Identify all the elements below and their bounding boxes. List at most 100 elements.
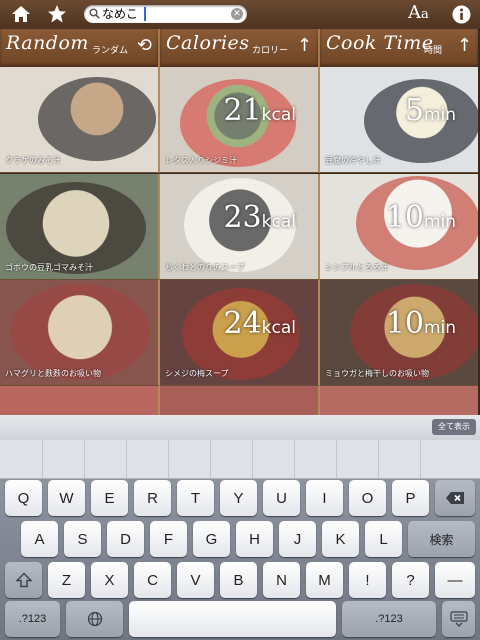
key-i[interactable]: I xyxy=(306,480,343,516)
key-question[interactable]: ? xyxy=(392,562,429,598)
key-b[interactable]: B xyxy=(220,562,257,598)
cook-time-number: 5 xyxy=(404,93,424,128)
divider xyxy=(252,440,253,478)
key-dash[interactable]: — xyxy=(435,562,475,598)
space-key[interactable] xyxy=(129,601,336,637)
info-icon xyxy=(452,5,470,23)
recipe-caption: レタス入りシジミ汁 xyxy=(165,156,237,165)
column-header-calories[interactable]: Calories カロリー ↑ xyxy=(160,29,320,67)
shift-icon xyxy=(15,572,32,588)
column-header-random[interactable]: Random ランダム ⟲ xyxy=(0,29,160,67)
candidate-bar: 全て表示 xyxy=(0,415,480,441)
numbers-key-left[interactable]: .?123 xyxy=(5,601,60,637)
key-q[interactable]: Q xyxy=(5,480,42,516)
keyboard-dismiss-icon xyxy=(449,611,468,627)
calorie-value: 23kcal xyxy=(223,200,296,235)
calorie-number: 24 xyxy=(223,306,262,341)
info-button[interactable] xyxy=(448,2,474,26)
key-a[interactable]: A xyxy=(21,521,58,557)
cook-time-unit: min xyxy=(423,318,456,338)
on-screen-keyboard: 全て表示 Q W E R T Y U I O P A S D F G H J K… xyxy=(0,415,480,640)
key-d[interactable]: D xyxy=(107,521,144,557)
calorie-unit: kcal xyxy=(261,212,296,232)
recipe-tile[interactable]: ハマグリと麩麩のお吸い物 xyxy=(0,280,160,386)
font-size-button[interactable]: Aa xyxy=(408,2,429,23)
key-h[interactable]: H xyxy=(236,521,273,557)
key-z[interactable]: Z xyxy=(48,562,85,598)
key-u[interactable]: U xyxy=(263,480,300,516)
key-t[interactable]: T xyxy=(177,480,214,516)
key-g[interactable]: G xyxy=(193,521,230,557)
search-input[interactable]: なめこ ✕ xyxy=(84,5,247,23)
divider xyxy=(378,440,379,478)
globe-key[interactable] xyxy=(66,601,123,637)
key-w[interactable]: W xyxy=(48,480,85,516)
key-c[interactable]: C xyxy=(134,562,171,598)
search-value: なめこ xyxy=(102,7,139,21)
column-title: Calories xyxy=(166,32,250,54)
key-m[interactable]: M xyxy=(306,562,343,598)
recipe-tile[interactable]: 10min ミョウガと梅干しのお吸い物 xyxy=(320,280,478,386)
recipe-caption: シンプルとろろ汁 xyxy=(325,263,389,272)
calorie-value: 21kcal xyxy=(223,93,296,128)
recipe-caption: ちくわとのりのスープ xyxy=(165,263,245,272)
key-v[interactable]: V xyxy=(177,562,214,598)
home-button[interactable] xyxy=(8,2,34,26)
key-p[interactable]: P xyxy=(392,480,429,516)
recipe-grid: クラゲのみそ汁 21kcal レタス入りシジミ汁 5min 豆腐の冷やし汁 ゴボ… xyxy=(0,67,480,416)
show-all-button[interactable]: 全て表示 xyxy=(432,419,476,435)
search-key[interactable]: 検索 xyxy=(408,521,475,557)
cook-time-value: 5min xyxy=(405,93,456,128)
column-title: Random xyxy=(6,32,89,54)
recipe-tile[interactable] xyxy=(0,386,160,416)
hide-keyboard-key[interactable] xyxy=(442,601,475,637)
key-o[interactable]: O xyxy=(349,480,386,516)
recipe-tile[interactable]: 5min 豆腐の冷やし汁 xyxy=(320,67,478,173)
favorites-button[interactable] xyxy=(44,2,70,26)
recipe-tile[interactable]: 23kcal ちくわとのりのスープ xyxy=(160,174,320,280)
recipe-tile[interactable] xyxy=(320,386,478,416)
key-exclamation[interactable]: ! xyxy=(349,562,386,598)
column-title: Cook Time xyxy=(326,32,434,54)
calorie-number: 23 xyxy=(223,200,262,235)
font-size-label-small: a xyxy=(421,7,429,22)
column-subtitle: カロリー xyxy=(252,46,289,56)
key-j[interactable]: J xyxy=(279,521,316,557)
key-e[interactable]: E xyxy=(91,480,128,516)
recipe-tile[interactable]: クラゲのみそ汁 xyxy=(0,67,160,173)
divider xyxy=(294,440,295,478)
shift-key[interactable] xyxy=(5,562,42,598)
recipe-tile[interactable]: 10min シンプルとろろ汁 xyxy=(320,174,478,280)
search-key-label: 検索 xyxy=(429,532,454,547)
numbers-key-label: .?123 xyxy=(375,613,403,625)
key-k[interactable]: K xyxy=(322,521,359,557)
backspace-key[interactable] xyxy=(435,480,475,516)
divider xyxy=(210,440,211,478)
recipe-tile[interactable]: ゴボウの豆乳ゴマみそ汁 xyxy=(0,174,160,280)
key-x[interactable]: X xyxy=(91,562,128,598)
cook-time-number: 10 xyxy=(385,306,424,341)
recipe-tile[interactable]: 24kcal シメジの梅スープ xyxy=(160,280,320,386)
column-subtitle: 時間 xyxy=(424,46,443,56)
column-header-cook-time[interactable]: Cook Time 時間 ↑ xyxy=(320,29,478,67)
recipe-tile[interactable]: 21kcal レタス入りシジミ汁 xyxy=(160,67,320,173)
search-icon xyxy=(89,8,100,19)
key-s[interactable]: S xyxy=(64,521,101,557)
key-r[interactable]: R xyxy=(134,480,171,516)
recipe-caption: ミョウガと梅干しのお吸い物 xyxy=(325,369,429,378)
recipe-tile[interactable] xyxy=(160,386,320,416)
cook-time-unit: min xyxy=(423,105,456,125)
key-l[interactable]: L xyxy=(365,521,402,557)
key-n[interactable]: N xyxy=(263,562,300,598)
recipe-caption: ハマグリと麩麩のお吸い物 xyxy=(5,369,101,378)
recipe-caption: ゴボウの豆乳ゴマみそ汁 xyxy=(5,263,93,272)
star-icon xyxy=(48,5,66,23)
candidate-list xyxy=(0,440,480,479)
calorie-unit: kcal xyxy=(261,105,296,125)
recipe-caption: 豆腐の冷やし汁 xyxy=(325,156,381,165)
clear-icon[interactable]: ✕ xyxy=(231,8,243,20)
key-f[interactable]: F xyxy=(150,521,187,557)
key-y[interactable]: Y xyxy=(220,480,257,516)
numbers-key-right[interactable]: .?123 xyxy=(342,601,436,637)
text-cursor xyxy=(144,7,146,21)
